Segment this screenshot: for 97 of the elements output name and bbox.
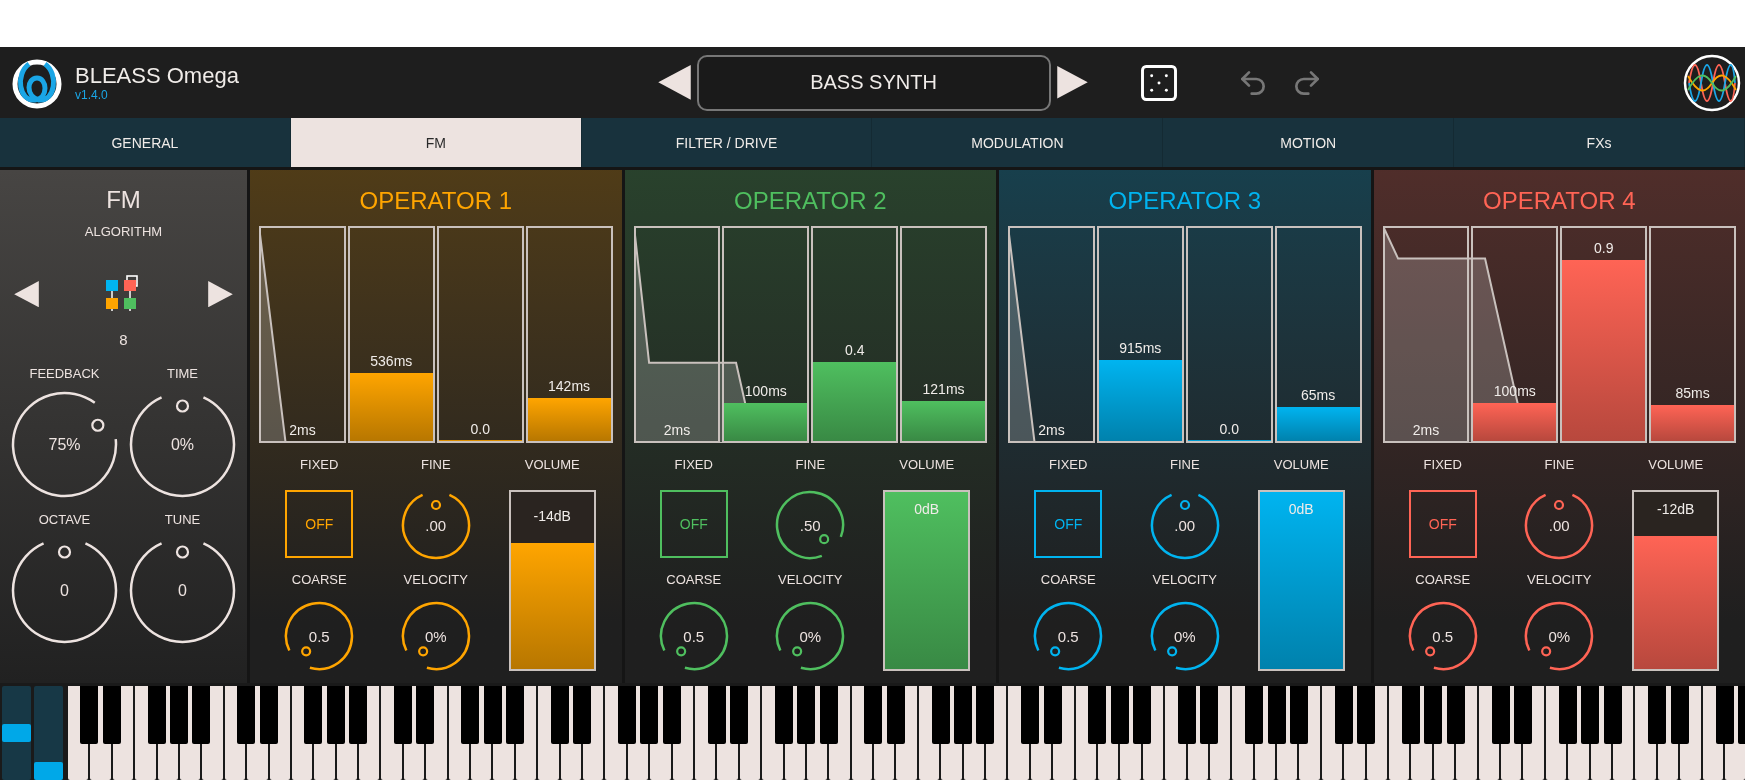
knob[interactable]: 0% — [1149, 601, 1220, 671]
control-label: FIXED — [300, 457, 339, 472]
control-label: COARSE — [1040, 572, 1096, 587]
previous-arrow-icon[interactable] — [14, 280, 39, 308]
knob[interactable]: 0.5 — [658, 601, 729, 671]
next-arrow-icon[interactable] — [208, 280, 233, 308]
control-label: VELOCITY — [1152, 572, 1217, 587]
mod-wheel-thumb[interactable] — [34, 762, 63, 780]
envelope-segment[interactable]: 121ms — [900, 226, 987, 443]
control-label: VELOCITY — [778, 572, 843, 587]
knob[interactable]: 0.5 — [1033, 601, 1104, 671]
volume-value: 0dB — [913, 500, 941, 519]
control-label: VOLUME — [899, 457, 955, 472]
waveform-logo-icon[interactable] — [1683, 53, 1741, 112]
knob[interactable]: 0 — [129, 537, 236, 644]
envelope-segment[interactable]: 536ms — [347, 226, 435, 443]
volume-value: 0dB — [1287, 500, 1315, 519]
control-label: FINE — [1544, 457, 1575, 472]
control-label: VOLUME — [1273, 457, 1329, 472]
knob[interactable]: 0.5 — [1407, 601, 1478, 671]
envelope-segment[interactable]: 0.9 — [1560, 226, 1648, 443]
knob[interactable]: 0 — [11, 537, 118, 644]
envelope-segment[interactable]: 0.0 — [1185, 226, 1273, 443]
envelope-value: 121ms — [921, 379, 966, 399]
knob[interactable]: .00 — [1524, 490, 1595, 560]
previous-arrow-icon[interactable] — [657, 65, 691, 100]
envelope-segment[interactable]: 142ms — [525, 226, 613, 443]
control-label: COARSE — [1415, 572, 1471, 587]
control-label: VELOCITY — [1527, 572, 1592, 587]
envelope-value: 65ms — [1299, 385, 1337, 405]
operator-title: OPERATOR 2 — [734, 186, 887, 216]
fixed-toggle[interactable]: OFF — [1408, 490, 1477, 558]
volume-value: -14dB — [532, 507, 572, 527]
envelope-value: 536ms — [369, 351, 414, 371]
control-label: VOLUME — [524, 457, 580, 472]
tab[interactable]: FM — [290, 118, 582, 167]
control-label: FINE — [1169, 457, 1200, 472]
knob[interactable]: .00 — [400, 490, 471, 560]
control-label: TIME — [166, 366, 199, 381]
envelope-segment[interactable]: 85ms — [1649, 226, 1736, 443]
knob[interactable]: 0% — [1524, 601, 1595, 671]
mod-wheel-thumb[interactable] — [2, 724, 31, 742]
control-label: OCTAVE — [38, 512, 91, 527]
volume-slider[interactable]: -12dB — [1632, 490, 1720, 671]
knob[interactable]: 0% — [775, 601, 846, 671]
knob[interactable]: 75% — [11, 391, 118, 498]
control-label: COARSE — [291, 572, 347, 587]
algorithm-label: ALGORITHM — [84, 224, 163, 239]
control-label: FINE — [420, 457, 451, 472]
next-arrow-icon[interactable] — [1056, 66, 1088, 99]
control-label: COARSE — [666, 572, 722, 587]
fixed-toggle[interactable]: OFF — [1034, 490, 1103, 558]
fixed-toggle[interactable]: OFF — [285, 490, 354, 558]
envelope-value: 0.9 — [1592, 238, 1615, 258]
fixed-toggle[interactable]: OFF — [659, 490, 728, 558]
envelope-segment[interactable]: 2ms — [633, 226, 721, 443]
envelope-segment[interactable]: 2ms — [259, 226, 346, 443]
envelope-segment[interactable]: 0.0 — [436, 226, 524, 443]
operator-title: OPERATOR 4 — [1483, 186, 1636, 216]
operator-title: OPERATOR 1 — [359, 186, 512, 216]
envelope-segment[interactable]: 915ms — [1096, 226, 1184, 443]
mod-wheel[interactable] — [2, 686, 31, 780]
envelope-segment[interactable]: 2ms — [1008, 226, 1095, 443]
envelope-value: 0.0 — [469, 420, 491, 439]
preset-name[interactable]: BASS SYNTH — [696, 54, 1051, 111]
algorithm-number: 8 — [119, 331, 128, 348]
panel-title: FM — [106, 185, 141, 215]
envelope-segment[interactable]: 0.4 — [811, 226, 899, 443]
envelope-segment[interactable]: 65ms — [1274, 226, 1362, 443]
envelope-segment[interactable]: 100ms — [722, 226, 810, 443]
piano-keyboard[interactable] — [68, 686, 1745, 780]
envelope-value: 100ms — [743, 381, 788, 401]
envelope-value: 0.4 — [843, 341, 866, 361]
envelope-segment[interactable]: 2ms — [1382, 226, 1470, 443]
version-label: v1.4.0 — [75, 88, 109, 101]
control-label: VOLUME — [1648, 457, 1704, 472]
knob[interactable]: 0% — [400, 601, 471, 671]
envelope-value: 85ms — [1674, 383, 1711, 403]
mod-wheel[interactable] — [34, 686, 63, 780]
control-label: FEEDBACK — [29, 366, 100, 381]
volume-slider[interactable]: -14dB — [508, 490, 596, 671]
envelope-value: 915ms — [1118, 339, 1163, 359]
control-label: VELOCITY — [403, 572, 468, 587]
control-label: FIXED — [1423, 457, 1462, 472]
control-label: TUNE — [164, 512, 201, 527]
operator-title: OPERATOR 3 — [1108, 186, 1261, 216]
volume-value: -12dB — [1656, 500, 1696, 520]
envelope-value: 0.0 — [1218, 420, 1240, 439]
app-title: BLEASS Omega — [75, 64, 239, 87]
control-label: FIXED — [1049, 457, 1088, 472]
control-label: FINE — [795, 457, 826, 472]
knob[interactable]: .00 — [1149, 490, 1220, 560]
knob[interactable]: 0% — [129, 391, 236, 498]
control-label: FIXED — [674, 457, 713, 472]
envelope-value: 142ms — [547, 377, 592, 397]
knob[interactable]: .50 — [775, 490, 846, 560]
knob[interactable]: 0.5 — [284, 601, 355, 671]
